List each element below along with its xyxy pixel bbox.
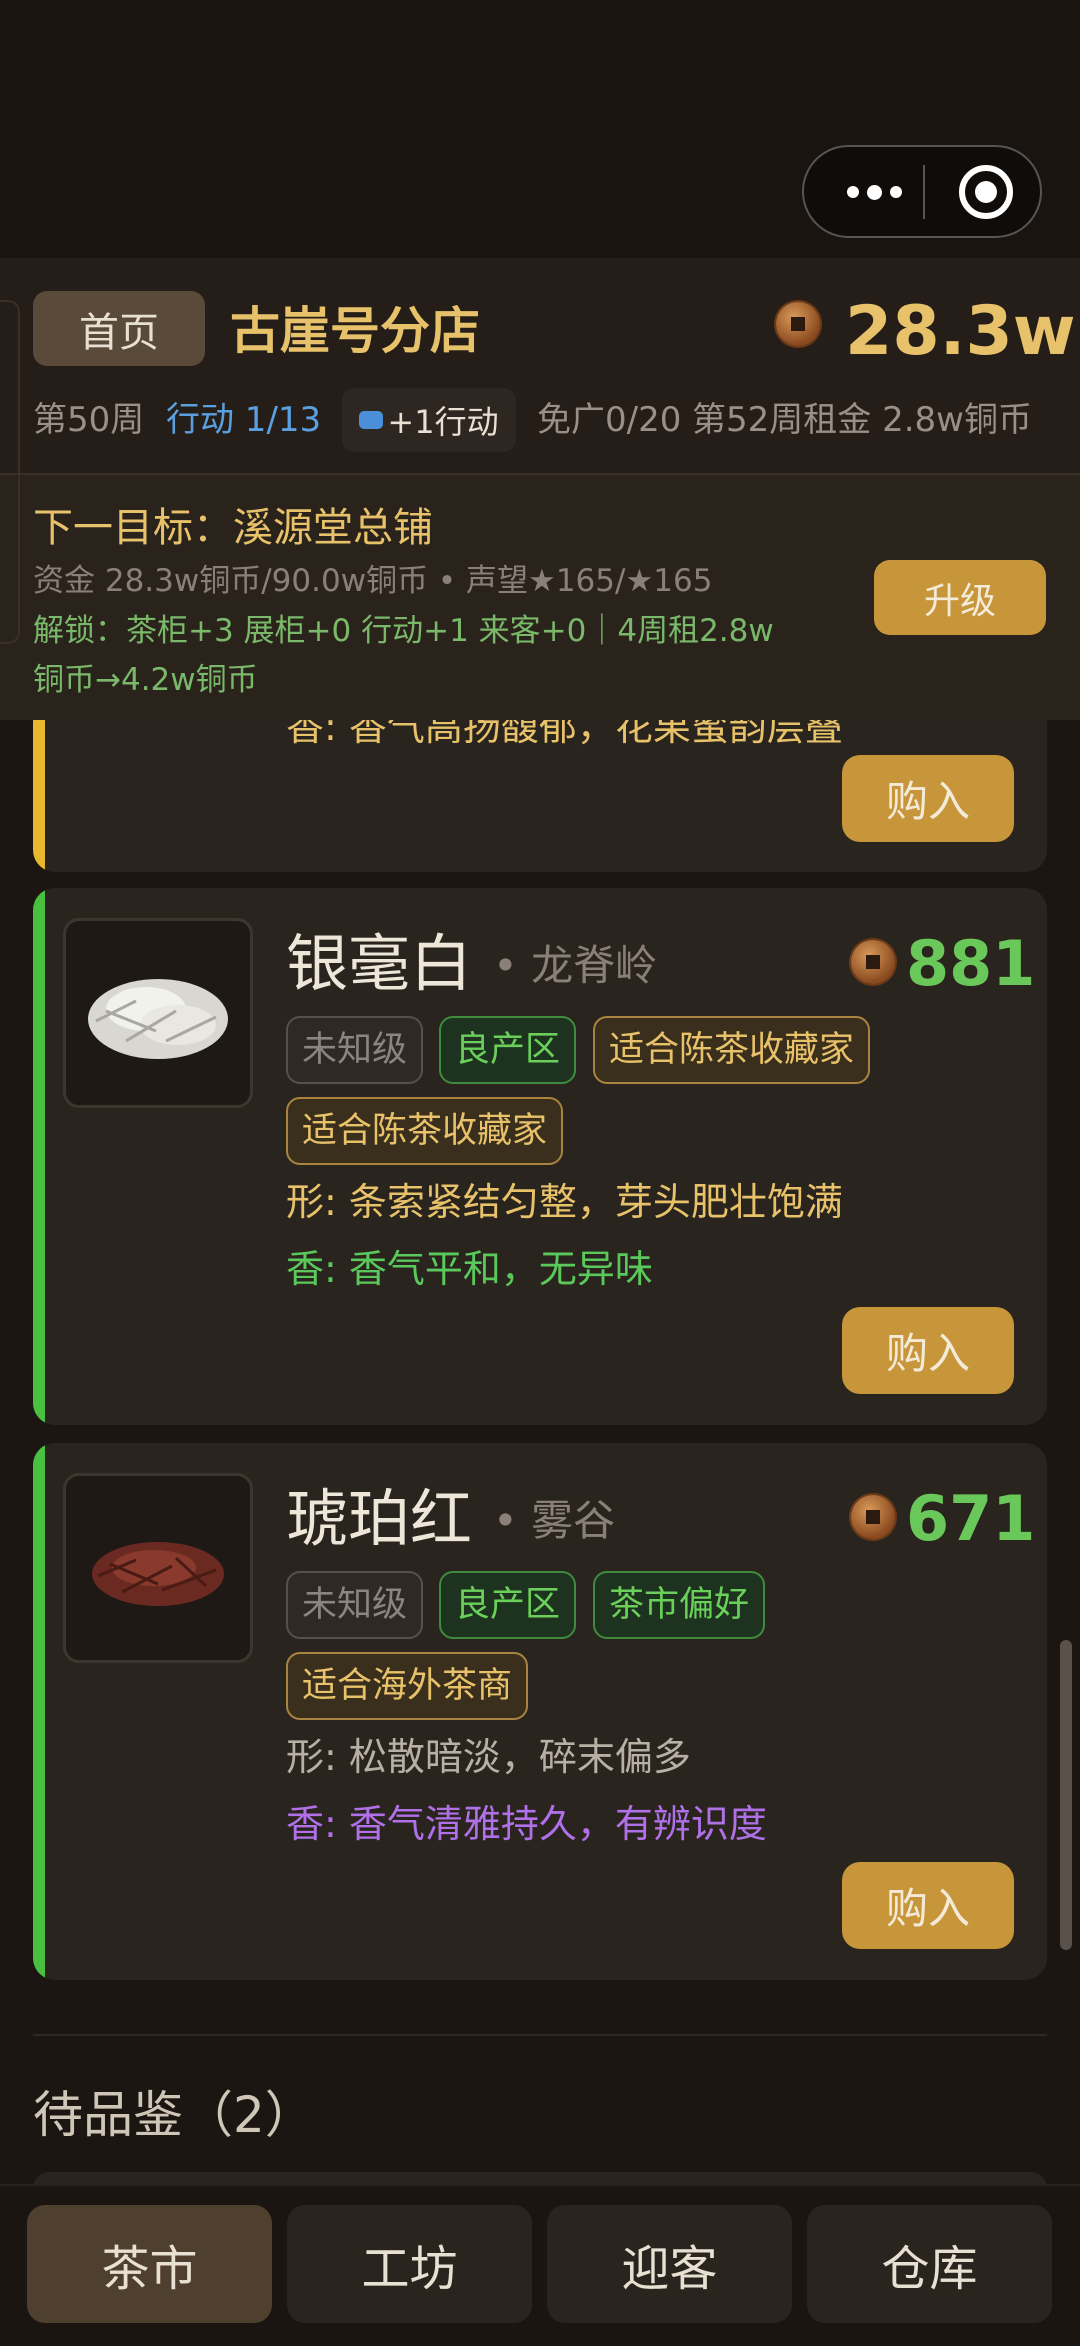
tea-shape: 形: 条索紧结匀整，芽头肥壮饱满 <box>286 1180 843 1224</box>
tea-price: 881 <box>906 927 1036 1000</box>
tag-buyer: 适合陈茶收藏家 <box>286 1097 564 1165</box>
buy-button[interactable]: 购入 <box>842 1862 1014 1949</box>
free-ads-counter: 免广0/20 <box>537 400 682 440</box>
extra-action-label: +1行动 <box>387 403 499 441</box>
tea-card-partial: 香: 香气高扬馥郁，花果蜜韵层叠 购入 <box>33 700 1047 872</box>
tea-origin: • 龙脊岭 <box>493 941 658 990</box>
tab-reception[interactable]: 迎客 <box>547 2205 792 2323</box>
tag-buyer: 适合陈茶收藏家 <box>593 1016 871 1084</box>
pending-section-title: 待品鉴（2） <box>33 2086 315 2144</box>
tea-shape: 形: 松散暗淡，碎末偏多 <box>286 1735 691 1779</box>
tea-origin: • 雾谷 <box>493 1496 616 1545</box>
tea-card: 银毫白 • 龙脊岭 881 未知级 良产区 适合陈茶收藏家 适合陈茶收藏家 形:… <box>33 888 1047 1425</box>
coin-icon <box>851 1495 895 1539</box>
tea-aroma: 香: 香气平和，无异味 <box>286 1247 653 1291</box>
more-icon[interactable] <box>834 159 914 225</box>
header-overlay <box>0 700 1080 720</box>
side-drawer-handle[interactable] <box>0 300 20 644</box>
tag-grade: 未知级 <box>286 1016 424 1084</box>
next-target-unlock: 解锁：茶柜+3 展柜+0 行动+1 来客+0｜4周租2.8w铜币→4.2w铜币 <box>33 613 774 698</box>
tag-buyer: 适合海外茶商 <box>286 1652 529 1720</box>
capsule-divider <box>923 165 925 219</box>
tag-region: 良产区 <box>439 1571 577 1639</box>
buy-button[interactable]: 购入 <box>842 1307 1014 1394</box>
rent-info: 第52周租金 2.8w铜币 <box>692 400 1032 440</box>
tag-region: 良产区 <box>439 1016 577 1084</box>
home-button[interactable]: 首页 <box>33 291 205 366</box>
video-icon <box>359 411 384 429</box>
mini-program-capsule <box>802 145 1042 238</box>
close-target-icon[interactable] <box>959 165 1013 219</box>
scrollbar[interactable] <box>1060 1640 1072 1950</box>
money-amount: 28.3w <box>845 292 1076 371</box>
tea-image <box>63 918 253 1108</box>
coin-icon <box>851 940 895 984</box>
tag-market: 茶市偏好 <box>593 1571 766 1639</box>
tab-warehouse[interactable]: 仓库 <box>807 2205 1052 2323</box>
actions-counter: 行动 1/13 <box>166 400 322 440</box>
next-target-title: 下一目标：溪源堂总铺 <box>33 505 433 551</box>
coin-icon <box>776 302 820 346</box>
card-accent-bar <box>33 888 45 1425</box>
section-divider <box>33 2034 1047 2036</box>
card-accent-bar <box>33 1443 45 1980</box>
tea-aroma: 香: 香气清雅持久，有辨识度 <box>286 1802 767 1846</box>
tea-name: 银毫白 <box>286 927 473 1000</box>
card-accent-bar <box>33 700 45 872</box>
tea-card: 琥珀红 • 雾谷 671 未知级 良产区 茶市偏好 适合海外茶商 形: 松散暗淡… <box>33 1443 1047 1980</box>
tab-tea-market[interactable]: 茶市 <box>27 2205 272 2323</box>
buy-button[interactable]: 购入 <box>842 755 1014 842</box>
store-name: 古崖号分店 <box>230 302 480 360</box>
next-target-progress: 资金 28.3w铜币/90.0w铜币 • 声望★165/★165 <box>33 563 713 599</box>
tea-image <box>63 1473 253 1663</box>
tab-workshop[interactable]: 工坊 <box>287 2205 532 2323</box>
upgrade-button[interactable]: 升级 <box>874 560 1046 635</box>
tea-price: 671 <box>906 1482 1036 1555</box>
week-label: 第50周 <box>33 400 145 440</box>
tag-grade: 未知级 <box>286 1571 424 1639</box>
tea-name: 琥珀红 <box>286 1482 473 1555</box>
extra-action-button[interactable]: +1行动 <box>342 388 516 452</box>
